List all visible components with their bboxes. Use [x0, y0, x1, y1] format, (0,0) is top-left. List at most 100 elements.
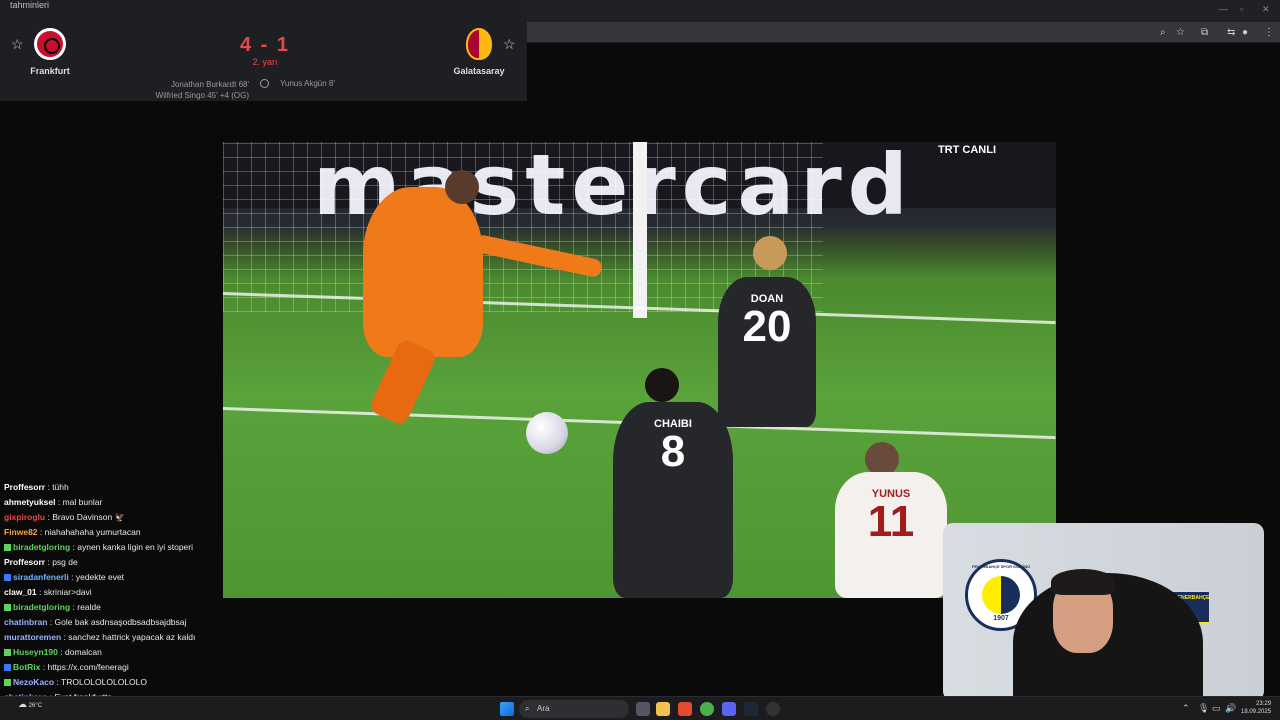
chat-username[interactable]: Finwe82	[4, 527, 38, 537]
frankfurt-crest-icon	[34, 28, 66, 60]
cast-icon[interactable]: ⇆	[1227, 27, 1235, 38]
chat-message: siradanfenerli : yedekte evet	[4, 570, 222, 585]
chat-text: aynen kanka ligin en iyi stoperi	[77, 542, 193, 552]
chat-text: TROLOLOLOLOLOLO	[61, 677, 148, 687]
chat-badge-icon	[4, 604, 11, 611]
bookmark-star-icon[interactable]: ☆	[1176, 27, 1185, 38]
streamer-hair	[1051, 569, 1115, 595]
network-icon[interactable]: ▭	[1212, 703, 1221, 714]
chat-text: psg de	[52, 557, 78, 567]
match-video[interactable]: mastercard TRT CANLI DOAN 20 CHAIBI 8 YU…	[223, 142, 1056, 598]
away-team[interactable]: Galatasaray	[449, 28, 509, 76]
chat-username[interactable]: claw_01	[4, 587, 37, 597]
football	[526, 412, 568, 454]
start-button[interactable]	[500, 702, 514, 716]
broadcaster-logo: TRT CANLI	[937, 144, 996, 156]
match-score: 4 - 1	[239, 34, 291, 56]
address-bar[interactable]: ⌕ ☆ ⧉ ⇆ ● ⋮	[527, 22, 1280, 42]
tray-expand-icon[interactable]: ⌃	[1182, 703, 1190, 714]
home-team[interactable]: Frankfurt	[20, 28, 80, 76]
chat-text: sanchez hattrick yapacak az kaldı	[68, 632, 196, 642]
player-head	[645, 368, 679, 402]
chat-text: domalcan	[64, 647, 102, 657]
player-chaibi: CHAIBI 8	[613, 402, 733, 598]
clock-time: 23:29	[1256, 701, 1272, 707]
chat-username[interactable]: biradetgloring	[13, 542, 70, 552]
system-clock[interactable]: 23:29 18.09.2025	[1241, 700, 1271, 716]
minimize-icon[interactable]: —	[1219, 4, 1228, 14]
chat-separator: :	[57, 647, 65, 657]
weather-widget[interactable]: ☁ 26°C	[18, 700, 43, 710]
chat-username[interactable]: biradetgloring	[13, 602, 70, 612]
chat-text: tühh	[52, 482, 69, 492]
chat-text: niahahahaha yumurtacan	[44, 527, 141, 537]
chat-message: Proffesorr : psg de	[4, 555, 222, 570]
volume-icon[interactable]: 🔊	[1225, 703, 1236, 714]
chat-message: biradetgloring : aynen kanka ligin en iy…	[4, 540, 222, 555]
close-icon[interactable]: ✕	[1262, 4, 1270, 15]
chat-badge-icon	[4, 679, 11, 686]
match-scorecard: tahminleri ☆ Frankfurt 4 - 1 2. yarı Gal…	[0, 0, 527, 101]
temperature: 26°C	[28, 703, 43, 709]
goalkeeper	[363, 187, 483, 357]
player-number: 8	[660, 427, 686, 476]
task-view-icon[interactable]	[636, 702, 650, 716]
chat-username[interactable]: gixpiroglu	[4, 512, 45, 522]
file-explorer-icon[interactable]	[656, 702, 670, 716]
away-scorers: Yunus Akgün 8'	[280, 79, 335, 88]
chat-username[interactable]: Proffesorr	[4, 482, 45, 492]
chat-username[interactable]: chatinbran	[4, 617, 47, 627]
microphone-icon[interactable]: 🎙	[1198, 703, 1209, 714]
profile-icon[interactable]: ●	[1242, 27, 1248, 38]
chat-username[interactable]: NezoKaco	[13, 677, 54, 687]
player-head	[865, 442, 899, 476]
goal-ball-icon	[260, 79, 269, 88]
chat-message: ahmetyuksel : mal bunlar	[4, 495, 222, 510]
chat-message: BotRix : https://x.com/feneragi	[4, 660, 222, 675]
steam-icon[interactable]	[744, 702, 758, 716]
brave-browser-icon[interactable]	[678, 702, 692, 716]
maximize-icon[interactable]: ▫	[1240, 4, 1243, 14]
home-scorers: Jonathan Burkardt 68' Wilfried Singo 45'…	[156, 79, 249, 101]
chat-username[interactable]: BotRix	[13, 662, 40, 672]
chat-message: Proffesorr : tühh	[4, 480, 222, 495]
browser-window: — ▫ ✕ ⌕ ☆ ⧉ ⇆ ● ⋮	[527, 0, 1280, 43]
chat-badge-icon	[4, 649, 11, 656]
logo-ring-text: FENERBAHÇE SPOR KULÜBÜ	[971, 564, 1031, 569]
chat-badge-icon	[4, 574, 11, 581]
clock-date: 18.09.2025	[1241, 709, 1272, 715]
galatasaray-crest-icon	[466, 28, 492, 60]
player-doan: DOAN 20	[718, 277, 816, 427]
extensions-icon[interactable]: ⧉	[1201, 27, 1208, 38]
zoom-icon[interactable]: ⌕	[1160, 27, 1166, 38]
chat-username[interactable]: siradanfenerli	[13, 572, 69, 582]
obs-studio-icon[interactable]	[766, 702, 780, 716]
player-head	[753, 236, 787, 270]
player-number: 20	[742, 302, 792, 351]
screen: tahminleri ☆ Frankfurt 4 - 1 2. yarı Gal…	[0, 0, 1280, 720]
chat-badge-icon	[4, 544, 11, 551]
home-scorer: Jonathan Burkardt 68'	[170, 80, 249, 89]
chat-separator: :	[55, 497, 63, 507]
chat-message: gixpiroglu : Bravo Davinson 🦅	[4, 510, 222, 525]
chat-username[interactable]: Huseyn190	[13, 647, 58, 657]
chat-text: yedekte evet	[75, 572, 125, 582]
favorite-away-star-icon[interactable]: ☆	[503, 36, 516, 53]
chrome-browser-icon[interactable]	[700, 702, 714, 716]
chat-username[interactable]: Proffesorr	[4, 557, 45, 567]
taskbar-search[interactable]: ⌕ Ara	[519, 700, 629, 718]
away-scorer: Yunus Akgün 8'	[280, 79, 335, 88]
menu-dots-icon[interactable]: ⋮	[1264, 27, 1274, 38]
chat-text: mal bunlar	[62, 497, 103, 507]
search-icon: ⌕	[525, 704, 530, 713]
chat-message: murattoremen : sanchez hattrick yapacak …	[4, 630, 222, 645]
search-placeholder: Ara	[537, 704, 550, 713]
chat-message: Huseyn190 : domalcan	[4, 645, 222, 660]
home-team-name: Frankfurt	[30, 66, 70, 76]
chat-username[interactable]: murattoremen	[4, 632, 61, 642]
chat-username[interactable]: ahmetyuksel	[4, 497, 56, 507]
discord-icon[interactable]	[722, 702, 736, 716]
streamer-webcam: FENERBAHÇE SPOR KULÜBÜ 1907 #FENERBAHÇE	[943, 523, 1264, 701]
player-yunus: YUNUS 11	[835, 472, 947, 598]
logo-center	[982, 576, 1020, 614]
